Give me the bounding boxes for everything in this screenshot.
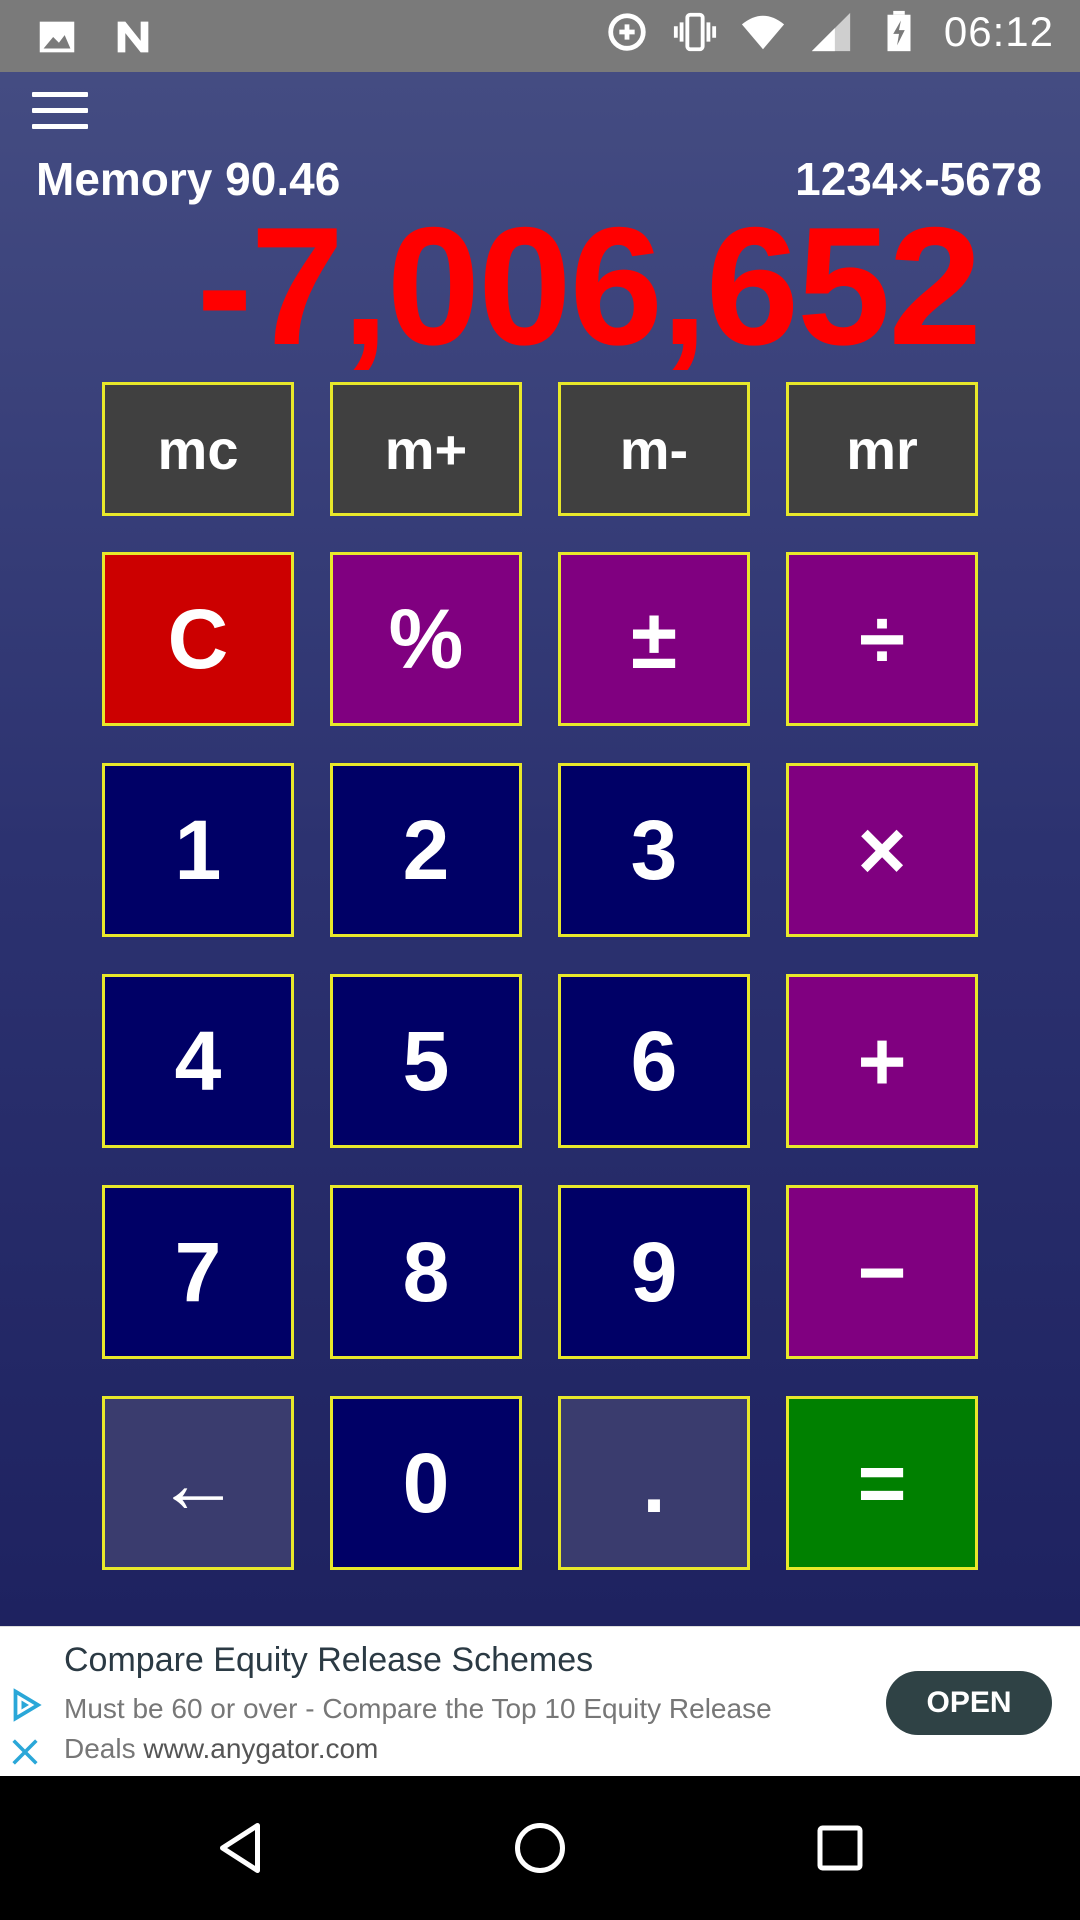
vibrate-icon [673,12,716,52]
data-saver-icon [608,13,646,51]
digit-1-button[interactable]: 1 [102,763,294,937]
decimal-button[interactable]: . [558,1396,750,1570]
digit-8-button[interactable]: 8 [330,1185,522,1359]
memory-clear-button[interactable]: mc [102,382,294,516]
multiply-button[interactable]: × [786,763,978,937]
digit-2-button[interactable]: 2 [330,763,522,937]
status-time: 06:12 [943,8,1054,55]
memory-add-button[interactable]: m+ [330,382,522,516]
digit-7-button[interactable]: 7 [102,1185,294,1359]
digit-3-button[interactable]: 3 [558,763,750,937]
ad-url: www.anygator.com [143,1733,379,1764]
backspace-button[interactable]: ← [102,1396,294,1570]
calculator-app: Memory 90.46 1234×-5678 -7,006,652 mc m+… [0,72,1080,1626]
plus-minus-button[interactable]: ± [558,552,750,726]
add-button[interactable]: + [786,974,978,1148]
digit-5-button[interactable]: 5 [330,974,522,1148]
ad-close-icon[interactable] [8,1735,42,1769]
digit-6-button[interactable]: 6 [558,974,750,1148]
navigation-bar [0,1776,1080,1920]
ad-banner[interactable]: Compare Equity Release Schemes Must be 6… [0,1626,1080,1777]
clear-button[interactable]: C [102,552,294,726]
divide-button[interactable]: ÷ [786,552,978,726]
ad-title[interactable]: Compare Equity Release Schemes [64,1641,593,1680]
signal-icon [811,12,851,52]
image-icon [39,21,75,53]
memory-subtract-button[interactable]: m- [558,382,750,516]
menu-icon[interactable] [32,92,88,136]
ad-choices-icon[interactable] [8,1687,44,1723]
battery-charging-icon [887,10,911,52]
equals-button[interactable]: = [786,1396,978,1570]
digit-4-button[interactable]: 4 [102,974,294,1148]
wifi-icon [741,15,784,50]
ad-open-button[interactable]: OPEN [886,1671,1052,1735]
subtract-button[interactable]: − [786,1185,978,1359]
n-notification-icon [117,21,149,53]
back-icon[interactable] [210,1818,270,1878]
recents-icon[interactable] [810,1818,870,1878]
digit-0-button[interactable]: 0 [330,1396,522,1570]
percent-button[interactable]: % [330,552,522,726]
status-bar: 06:12 [0,0,1080,72]
result-display: -7,006,652 [196,192,982,380]
digit-9-button[interactable]: 9 [558,1185,750,1359]
memory-recall-button[interactable]: mr [786,382,978,516]
home-icon[interactable] [510,1818,570,1878]
ad-body[interactable]: Must be 60 or over - Compare the Top 10 … [64,1689,844,1769]
